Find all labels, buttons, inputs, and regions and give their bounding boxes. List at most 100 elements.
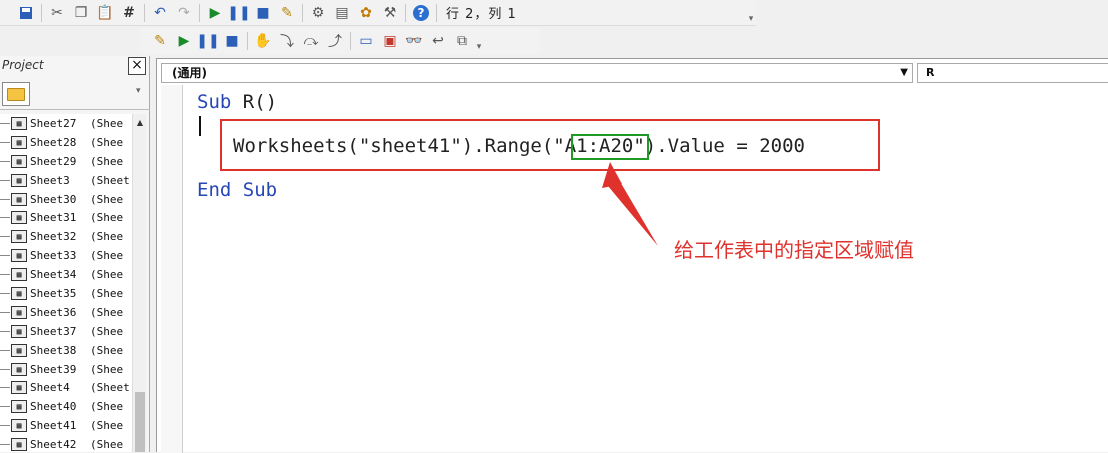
tree-item-name: Sheet33 (30, 249, 77, 263)
tree-item[interactable]: ▦ Sheet27 (Shee (0, 114, 132, 133)
tree-item[interactable]: ▦ Sheet30 (Shee (0, 190, 132, 209)
help-icon[interactable]: ? (409, 2, 433, 24)
design-mode-icon[interactable]: ✎ (148, 30, 172, 52)
toggle-folders-button[interactable] (2, 82, 30, 106)
cut-icon[interactable]: ✂ (45, 2, 69, 24)
tree-item[interactable]: ▦ Sheet32 (Shee (0, 227, 132, 246)
tree-item[interactable]: ▦ Sheet36 (Shee (0, 303, 132, 322)
tree-item-name: Sheet42 (30, 438, 77, 452)
locals-icon[interactable]: ▭ (354, 30, 378, 52)
object-browser-icon[interactable]: ✿ (354, 2, 378, 24)
tree-connector (0, 141, 10, 143)
tree-item[interactable]: ▦ Sheet4 (Sheet (0, 378, 132, 397)
procedure-dropdown[interactable]: R (917, 63, 1108, 83)
separator (436, 3, 437, 22)
tree-item[interactable]: ▦ Sheet31 (Shee (0, 208, 132, 227)
tree-item[interactable]: ▦ Sheet41 (Shee (0, 416, 132, 435)
paste-icon[interactable]: 📋 (93, 2, 117, 24)
toolbar-options-icon[interactable]: ▾ (136, 86, 141, 96)
tree-item-suffix: (Shee (90, 135, 124, 149)
toolbar-options-icon[interactable]: ▾ (746, 2, 756, 24)
tree-connector (0, 444, 10, 446)
tree-item-suffix: (Shee (90, 192, 124, 206)
tree-item[interactable]: ▦ Sheet35 (Shee (0, 284, 132, 303)
run-icon[interactable]: ▶ (203, 2, 227, 24)
tree-connector (0, 274, 10, 276)
tree-item-name: Sheet4 (30, 381, 70, 395)
close-icon[interactable]: × (128, 57, 146, 75)
tree-item-suffix: (Shee (90, 419, 124, 433)
worksheet-icon: ▦ (11, 324, 27, 338)
tree-connector (0, 198, 10, 200)
tree-item[interactable]: ▦ Sheet38 (Shee (0, 341, 132, 360)
tree-item[interactable]: ▦ Sheet29 (Shee (0, 152, 132, 171)
step-into-icon[interactable]: ⤵ (275, 30, 299, 52)
tree-item-suffix: (Shee (90, 400, 124, 414)
tree-item[interactable]: ▦ Sheet28 (Shee (0, 133, 132, 152)
tree-item-suffix: (Shee (90, 116, 124, 130)
project-toolbar: ▾ (0, 78, 150, 110)
chevron-down-icon[interactable]: ▼ (900, 64, 908, 82)
worksheet-icon: ▦ (11, 268, 27, 282)
copy-icon[interactable]: ❐ (69, 2, 93, 24)
tree-item-suffix: (Sheet (90, 381, 130, 395)
highlight-box-red (220, 119, 880, 171)
reset-icon[interactable]: ■ (220, 30, 244, 52)
tree-item[interactable]: ▦ Sheet37 (Shee (0, 322, 132, 341)
tree-item[interactable]: ▦ Sheet39 (Shee (0, 360, 132, 379)
break-icon[interactable]: ❚❚ (227, 2, 251, 24)
toggle-breakpoint-icon[interactable]: ✋ (251, 30, 275, 52)
folder-icon (7, 87, 25, 101)
watch-icon[interactable]: 👓 (402, 30, 426, 52)
immediate-icon[interactable]: ▣ (378, 30, 402, 52)
worksheet-icon: ▦ (11, 419, 27, 433)
tree-item[interactable]: ▦ Sheet34 (Shee (0, 265, 132, 284)
run-icon[interactable]: ▶ (172, 30, 196, 52)
tree-connector (0, 368, 10, 370)
find-icon[interactable]: # (117, 2, 141, 24)
step-over-icon[interactable]: ⤼ (299, 30, 323, 52)
debug-toolbar: ✎ ▶ ❚❚ ■ ✋ ⤵ ⤼ ⤴ ▭ ▣ 👓 ↩ ⧉ ▾ (140, 28, 540, 54)
design-mode-icon[interactable]: ✎ (275, 2, 299, 24)
reset-icon[interactable]: ■ (251, 2, 275, 24)
scrollbar-thumb[interactable] (135, 392, 145, 452)
tree-connector (0, 160, 10, 162)
separator (199, 3, 200, 22)
tree-item-name: Sheet41 (30, 419, 77, 433)
call-stack-icon[interactable]: ⧉ (450, 30, 474, 52)
worksheet-icon: ▦ (11, 438, 27, 452)
tree-item[interactable]: ▦ Sheet33 (Shee (0, 246, 132, 265)
worksheet-icon: ▦ (11, 249, 27, 263)
annotation-arrow (602, 162, 658, 246)
tree-item-suffix: (Shee (90, 286, 124, 300)
quick-watch-icon[interactable]: ↩ (426, 30, 450, 52)
worksheet-icon: ▦ (11, 173, 27, 187)
code-margin (161, 85, 183, 453)
redo-icon[interactable]: ↷ (172, 2, 196, 24)
break-icon[interactable]: ❚❚ (196, 30, 220, 52)
step-out-icon[interactable]: ⤴ (323, 30, 347, 52)
undo-icon[interactable]: ↶ (148, 2, 172, 24)
tree-scrollbar[interactable]: ▲ (132, 114, 146, 452)
highlight-box-green (571, 134, 649, 160)
tree-item[interactable]: ▦ Sheet42 (Shee (0, 435, 132, 452)
project-explorer-icon[interactable]: ⚙ (306, 2, 330, 24)
project-explorer: Project × ▾ ▦ Sheet27 (Shee ▦ Sheet28 (Shee ▦ S… (0, 56, 150, 452)
separator (350, 32, 351, 50)
toolbar-options-icon[interactable]: ▾ (474, 30, 484, 52)
worksheet-icon: ▦ (11, 286, 27, 300)
worksheet-icon: ▦ (11, 343, 27, 357)
separator (405, 3, 406, 22)
tree-item[interactable]: ▦ Sheet3 (Sheet (0, 171, 132, 190)
toolbox-icon[interactable]: ⚒ (378, 2, 402, 24)
scroll-up-icon[interactable]: ▲ (133, 118, 147, 128)
save-icon[interactable] (14, 2, 38, 24)
svg-text:?: ? (418, 6, 425, 20)
worksheet-icon: ▦ (11, 116, 27, 130)
object-dropdown[interactable]: (通用) ▼ (161, 63, 913, 83)
tree-item-name: Sheet34 (30, 268, 77, 282)
properties-icon[interactable]: ▤ (330, 2, 354, 24)
tree-connector (0, 236, 10, 238)
tree-connector (0, 387, 10, 389)
tree-item[interactable]: ▦ Sheet40 (Shee (0, 397, 132, 416)
